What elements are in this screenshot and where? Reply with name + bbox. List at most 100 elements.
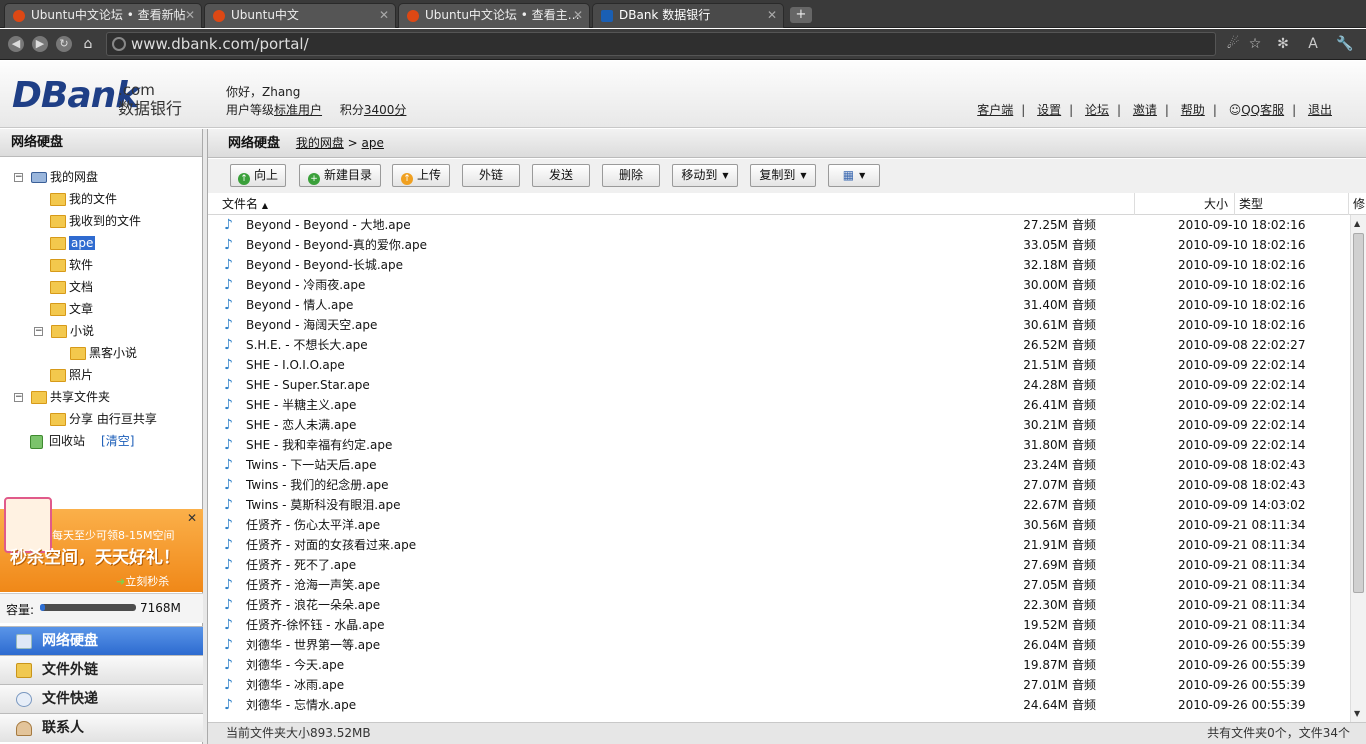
table-row[interactable]: ♪ 刘德华 - 今天.ape 19.87M 音频 2010-09-26 00:55:39 (208, 655, 1350, 675)
table-row[interactable]: ♪ 任贤齐 - 沧海一声笑.ape 27.05M 音频 2010-09-21 08:11… (208, 575, 1350, 595)
file-name[interactable]: Beyond - Beyond-真的爱你.ape (246, 235, 427, 255)
file-name[interactable]: Twins - 莫斯科没有眼泪.ape (246, 495, 400, 515)
new-tab-button[interactable]: + (790, 7, 812, 23)
tree-item-articles[interactable]: 文章 (50, 299, 93, 319)
table-row[interactable]: ♪ SHE - I.O.I.O.ape 21.51M 音频 2010-09-09 22:… (208, 355, 1350, 375)
extension-icon[interactable]: ☄ (1224, 35, 1242, 53)
points-value[interactable]: 3400分 (364, 103, 407, 117)
column-modified[interactable]: 修 (1348, 193, 1366, 215)
table-row[interactable]: ♪ 刘德华 - 冰雨.ape 27.01M 音频 2010-09-26 00:55:39 (208, 675, 1350, 695)
view-mode-dropdown[interactable]: ▦ ▼ (828, 164, 880, 187)
file-name[interactable]: 任贤齐-徐怀钰 - 水晶.ape (246, 615, 384, 635)
file-name[interactable]: 任贤齐 - 伤心太平洋.ape (246, 515, 380, 535)
table-row[interactable]: ♪ 任贤齐 - 伤心太平洋.ape 30.56M 音频 2010-09-21 08:11… (208, 515, 1350, 535)
file-name[interactable]: 任贤齐 - 死不了.ape (246, 555, 356, 575)
help-link[interactable]: 帮助 (1181, 103, 1205, 117)
address-bar[interactable]: www.dbank.com/portal/ (106, 32, 1216, 56)
breadcrumb-root[interactable]: 我的网盘 (296, 136, 344, 150)
tree-item-hacker-novels[interactable]: 黑客小说 (70, 343, 137, 363)
collapse-toggle-icon[interactable]: − (14, 393, 23, 402)
extension-snowflake-icon[interactable]: ✻ (1274, 35, 1292, 53)
file-name[interactable]: SHE - I.O.I.O.ape (246, 355, 345, 375)
external-link-button[interactable]: 外链 (462, 164, 520, 187)
send-button[interactable]: 发送 (532, 164, 590, 187)
nav-network-disk[interactable]: 网络硬盘 (0, 626, 203, 655)
qq-service-link[interactable]: QQ客服 (1241, 103, 1284, 117)
table-row[interactable]: ♪ SHE - Super.Star.ape 24.28M 音频 2010-09-09 … (208, 375, 1350, 395)
level-value[interactable]: 标准用户 (274, 103, 322, 117)
table-row[interactable]: ♪ Beyond - 海阔天空.ape 30.61M 音频 2010-09-10 18:… (208, 315, 1350, 335)
collapse-toggle-icon[interactable]: − (14, 173, 23, 182)
file-name[interactable]: Twins - 我们的纪念册.ape (246, 475, 388, 495)
new-folder-button[interactable]: + 新建目录 (299, 164, 381, 187)
reload-icon[interactable]: ↻ (56, 36, 72, 52)
table-row[interactable]: ♪ SHE - 恋人未满.ape 30.21M 音频 2010-09-09 22:02:… (208, 415, 1350, 435)
table-row[interactable]: ♪ Beyond - 冷雨夜.ape 30.00M 音频 2010-09-10 18:0… (208, 275, 1350, 295)
tree-item-shared[interactable]: − 共享文件夹 (14, 387, 110, 407)
close-tab-icon[interactable]: ✕ (767, 4, 777, 27)
home-icon[interactable]: ⌂ (80, 36, 96, 52)
table-row[interactable]: ♪ SHE - 半糖主义.ape 26.41M 音频 2010-09-09 22:02:… (208, 395, 1350, 415)
browser-tab-2[interactable]: Ubuntu中文 ✕ (204, 3, 396, 28)
file-name[interactable]: 任贤齐 - 沧海一声笑.ape (246, 575, 380, 595)
forward-icon[interactable]: ▶ (32, 36, 48, 52)
table-row[interactable]: ♪ Beyond - Beyond-真的爱你.ape 33.05M 音频 2010-09… (208, 235, 1350, 255)
tree-item-photos[interactable]: 照片 (50, 365, 93, 385)
delete-button[interactable]: 删除 (602, 164, 660, 187)
file-name[interactable]: Beyond - 海阔天空.ape (246, 315, 377, 335)
file-name[interactable]: Twins - 下一站天后.ape (246, 455, 376, 475)
browser-tab-4[interactable]: DBank 数据银行 ✕ (592, 3, 784, 28)
column-name[interactable]: 文件名 ▲ (218, 193, 268, 215)
file-name[interactable]: 刘德华 - 冰雨.ape (246, 675, 344, 695)
close-tab-icon[interactable]: ✕ (573, 4, 583, 27)
file-name[interactable]: 刘德华 - 世界第一等.ape (246, 635, 380, 655)
file-list-scrollbar[interactable]: ▲ ▼ (1350, 215, 1366, 722)
file-name[interactable]: S.H.E. - 不想长大.ape (246, 335, 368, 355)
logout-link[interactable]: 退出 (1308, 103, 1332, 117)
up-button[interactable]: ↑ 向上 (230, 164, 286, 187)
table-row[interactable]: ♪ Beyond - 情人.ape 31.40M 音频 2010-09-10 18:02… (208, 295, 1350, 315)
scroll-up-icon[interactable]: ▲ (1354, 219, 1360, 228)
upload-button[interactable]: ↑ 上传 (392, 164, 450, 187)
table-row[interactable]: ♪ 任贤齐 - 浪花一朵朵.ape 22.30M 音频 2010-09-21 08:11… (208, 595, 1350, 615)
file-name[interactable]: 任贤齐 - 浪花一朵朵.ape (246, 595, 380, 615)
close-tab-icon[interactable]: ✕ (185, 4, 195, 27)
client-link[interactable]: 客户端 (977, 103, 1013, 117)
scroll-thumb[interactable] (1353, 233, 1364, 593)
settings-link[interactable]: 设置 (1037, 103, 1061, 117)
clear-recycle-link[interactable]: [清空] (101, 434, 134, 448)
table-row[interactable]: ♪ 任贤齐 - 对面的女孩看过来.ape 21.91M 音频 2010-09-21 08… (208, 535, 1350, 555)
breadcrumb-current[interactable]: ape (362, 136, 384, 150)
tree-item-docs[interactable]: 文档 (50, 277, 93, 297)
move-to-dropdown[interactable]: 移动到 ▼ (672, 164, 738, 187)
browser-tab-1[interactable]: Ubuntu中文论坛 • 查看新帖 ✕ (4, 3, 202, 28)
column-type[interactable]: 类型 (1234, 193, 1348, 215)
nav-contacts[interactable]: 联系人 (0, 713, 203, 742)
file-name[interactable]: SHE - 恋人未满.ape (246, 415, 356, 435)
back-icon[interactable]: ◀ (8, 36, 24, 52)
file-name[interactable]: Beyond - Beyond-长城.ape (246, 255, 403, 275)
table-row[interactable]: ♪ 刘德华 - 忘情水.ape 24.64M 音频 2010-09-26 00:55:3… (208, 695, 1350, 715)
file-name[interactable]: SHE - 我和幸福有约定.ape (246, 435, 392, 455)
table-row[interactable]: ♪ Beyond - Beyond - 大地.ape 27.25M 音频 2010-09… (208, 215, 1350, 235)
file-name[interactable]: SHE - Super.Star.ape (246, 375, 370, 395)
nav-file-links[interactable]: 文件外链 (0, 655, 203, 684)
promo-banner[interactable]: 每天至少可领8-15M空间 秒杀空间，天天好礼！ ➜立刻秒杀 ✕ (0, 497, 203, 592)
table-row[interactable]: ♪ 任贤齐 - 死不了.ape 27.69M 音频 2010-09-21 08:11:3… (208, 555, 1350, 575)
table-row[interactable]: ♪ Twins - 莫斯科没有眼泪.ape 22.67M 音频 2010-09-09 1… (208, 495, 1350, 515)
file-name[interactable]: Beyond - Beyond - 大地.ape (246, 215, 411, 235)
table-row[interactable]: ♪ 刘德华 - 世界第一等.ape 26.04M 音频 2010-09-26 00:55… (208, 635, 1350, 655)
file-name[interactable]: 任贤齐 - 对面的女孩看过来.ape (246, 535, 416, 555)
tree-item-my-files[interactable]: 我的文件 (50, 189, 117, 209)
tree-item-received[interactable]: 我收到的文件 (50, 211, 141, 231)
table-row[interactable]: ♪ Beyond - Beyond-长城.ape 32.18M 音频 2010-09-1… (208, 255, 1350, 275)
font-icon[interactable]: A (1304, 35, 1322, 53)
tree-item-my-disk[interactable]: − 我的网盘 (14, 167, 98, 187)
tree-item-ape[interactable]: ape (50, 233, 96, 253)
tree-item-share[interactable]: 分享 由行亘共享 (50, 409, 157, 429)
promo-close-icon[interactable]: ✕ (187, 511, 197, 525)
file-name[interactable]: 刘德华 - 忘情水.ape (246, 695, 356, 715)
tools-wrench-icon[interactable]: 🔧 (1336, 35, 1354, 53)
table-row[interactable]: ♪ Twins - 我们的纪念册.ape 27.07M 音频 2010-09-08 18… (208, 475, 1350, 495)
table-row[interactable]: ♪ SHE - 我和幸福有约定.ape 31.80M 音频 2010-09-09 22:… (208, 435, 1350, 455)
